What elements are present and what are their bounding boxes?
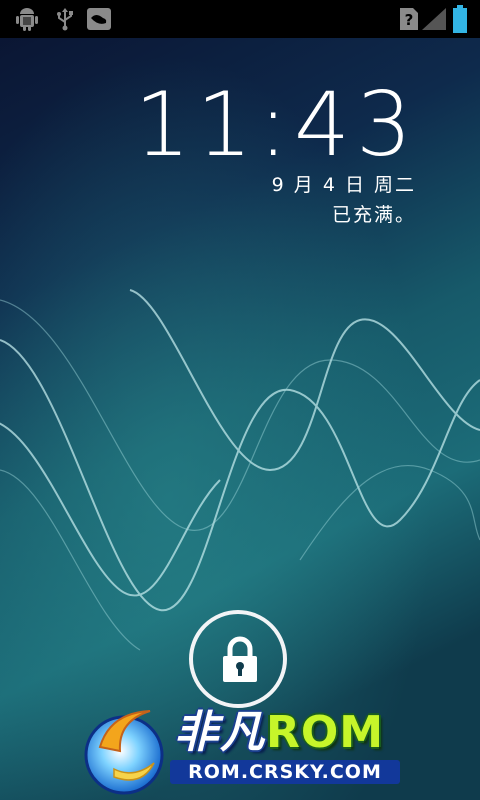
cloud-icon xyxy=(87,8,111,30)
watermark-brand-cn: 非凡 xyxy=(174,707,266,758)
watermark-brand-en: ROM xyxy=(266,707,385,758)
lockscreen-clock: 11:43 xyxy=(134,73,418,176)
lock-icon xyxy=(223,636,257,682)
android-debug-icon xyxy=(16,8,38,31)
charging-status: 已充满。 xyxy=(331,204,416,226)
no-sim-symbol: ? xyxy=(405,11,414,29)
usb-icon xyxy=(57,8,73,31)
site-watermark: 非凡 ROM ROM.CRSKY.COM xyxy=(80,697,420,800)
battery-full-icon xyxy=(453,5,467,33)
signal-strength-icon xyxy=(422,8,446,30)
lock-screen: ? 11:43 9 月 4 日 周二 已充满。 非凡 ROM ROM.CRSKY… xyxy=(0,0,480,800)
crsky-swirl-logo xyxy=(84,710,164,795)
no-sim-icon: ? xyxy=(400,8,418,30)
status-bar: ? xyxy=(0,0,480,38)
lockscreen-date: 9 月 4 日 周二 xyxy=(271,174,416,196)
unlock-handle[interactable] xyxy=(189,610,287,708)
watermark-url: ROM.CRSKY.COM xyxy=(170,760,400,784)
